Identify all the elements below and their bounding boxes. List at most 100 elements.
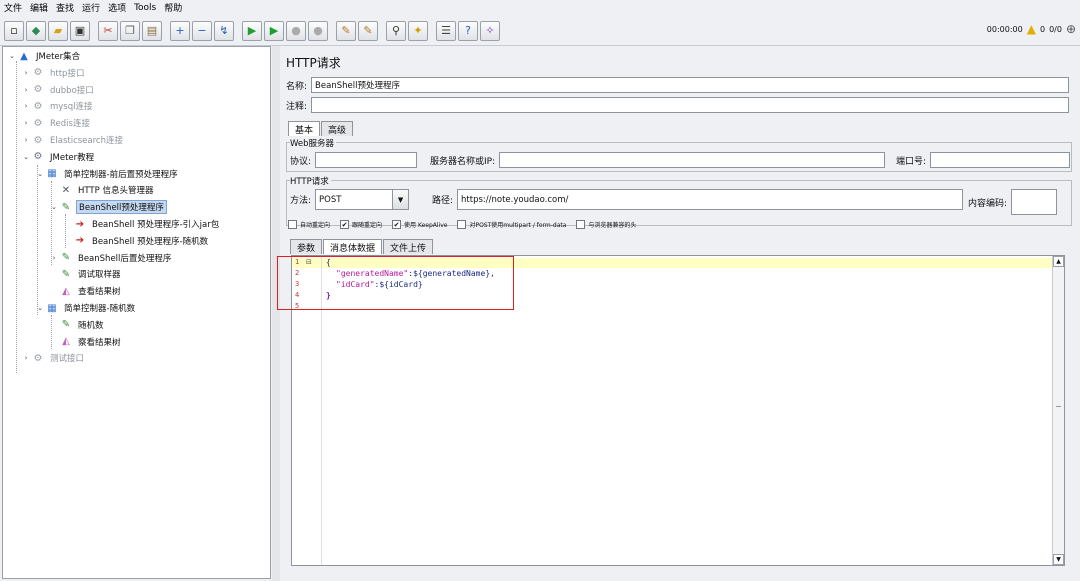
subtab-file-upload[interactable]: 文件上传 bbox=[383, 239, 434, 254]
port-input[interactable] bbox=[930, 152, 1071, 168]
checkbox-empty-icon[interactable] bbox=[288, 220, 297, 229]
path-input[interactable]: https://note.youdao.com/ bbox=[457, 189, 964, 210]
checkbox-checked-icon[interactable]: ✔ bbox=[392, 220, 402, 229]
menu-tools[interactable]: Tools bbox=[134, 3, 156, 13]
protocol-label: 协议: bbox=[290, 156, 312, 167]
start-icon[interactable]: ▶ bbox=[242, 20, 262, 41]
tree-node[interactable]: › ⚙ Elasticsearch连接 bbox=[21, 132, 125, 148]
reset-search-icon[interactable]: ✦ bbox=[408, 20, 428, 41]
option-checkbox[interactable]: 对POST使用multipart / form-data bbox=[457, 220, 566, 229]
menu-run[interactable]: 运行 bbox=[82, 1, 100, 14]
template-icon[interactable]: ◆ bbox=[26, 20, 46, 41]
expand-toggle-icon[interactable]: ⌄ bbox=[35, 170, 45, 178]
open-icon[interactable]: ▰ bbox=[48, 20, 68, 41]
tree-node[interactable]: ◭ 查看结果树 bbox=[49, 283, 123, 299]
tree-node[interactable]: ⌄ ▦ 简单控制器-随机数 bbox=[35, 300, 137, 316]
option-checkbox[interactable]: ✔ 使用 KeepAlive bbox=[392, 220, 447, 229]
scroll-up-icon[interactable]: ▲ bbox=[1053, 256, 1064, 267]
collapse-icon[interactable]: − bbox=[192, 20, 212, 41]
tree-node[interactable]: ⌄ ⚙ JMeter教程 bbox=[21, 149, 96, 165]
menu-options[interactable]: 选项 bbox=[108, 1, 126, 14]
editor-scrollbar[interactable]: ▲ ▼ bbox=[1052, 256, 1064, 565]
expand-toggle-icon[interactable]: ⌄ bbox=[21, 153, 31, 161]
tree-node[interactable]: ⌄ ▲ JMeter集合 bbox=[7, 48, 82, 64]
encoding-label: 内容编码: bbox=[968, 198, 1008, 209]
scroll-down-icon[interactable]: ▼ bbox=[1053, 554, 1064, 565]
expand-toggle-icon[interactable]: ⌄ bbox=[49, 203, 59, 211]
tree-node[interactable]: ⌄ ▦ 简单控制器-前后置预处理程序 bbox=[35, 166, 180, 182]
server-input[interactable] bbox=[499, 152, 886, 168]
toggle-icon[interactable]: ↯ bbox=[214, 20, 234, 41]
tree-node-label: 简单控制器-随机数 bbox=[64, 304, 136, 314]
option-checkbox[interactable]: 与浏览器兼容的头 bbox=[576, 220, 636, 229]
option-checkbox[interactable]: 自动重定向 bbox=[288, 220, 330, 229]
pen-icon: ✎ bbox=[61, 201, 71, 213]
tree-node-label: 随机数 bbox=[78, 320, 104, 331]
tree-node[interactable]: ➔ BeanShell 预处理程序-引入jar包 bbox=[63, 216, 221, 232]
expand-toggle-icon[interactable]: › bbox=[49, 254, 59, 262]
paste-icon[interactable]: ▤ bbox=[142, 20, 162, 41]
new-icon[interactable]: ▫ bbox=[4, 20, 24, 41]
menu-search[interactable]: 查找 bbox=[56, 1, 74, 14]
split-pane-divider[interactable] bbox=[272, 46, 280, 581]
expand-icon[interactable]: + bbox=[170, 20, 190, 41]
comment-label: 注释: bbox=[286, 101, 308, 112]
shutdown-icon[interactable]: ● bbox=[308, 20, 328, 41]
encoding-input[interactable] bbox=[1011, 189, 1058, 215]
tree-node[interactable]: ⌄ ✎ BeanShell预处理程序 bbox=[49, 199, 167, 215]
remote-icon[interactable]: ✧ bbox=[480, 20, 500, 41]
checkbox-empty-icon[interactable] bbox=[457, 220, 467, 229]
search-icon[interactable]: ⚲ bbox=[386, 20, 406, 41]
tab-advanced[interactable]: 高级 bbox=[321, 121, 354, 136]
subtab-parameters[interactable]: 参数 bbox=[290, 239, 323, 254]
tab-basic[interactable]: 基本 bbox=[288, 121, 321, 136]
chevron-down-icon[interactable]: ▼ bbox=[392, 190, 409, 209]
tree-node[interactable]: ✎ 调试取样器 bbox=[49, 266, 123, 282]
expand-toggle-icon[interactable]: › bbox=[21, 136, 31, 144]
cut-icon[interactable]: ✂ bbox=[98, 20, 118, 41]
tree-node[interactable]: ◭ 察看结果树 bbox=[49, 334, 123, 350]
tree-node[interactable]: ➔ BeanShell 预处理程序-随机数 bbox=[63, 233, 210, 249]
gear-icon: ⚙ bbox=[33, 134, 43, 146]
tree-node[interactable]: › ⚙ http接口 bbox=[21, 65, 86, 81]
expand-toggle-icon[interactable]: › bbox=[21, 102, 31, 110]
tree-node[interactable]: › ✎ BeanShell后置处理程序 bbox=[49, 250, 173, 266]
function-helper-icon[interactable]: ☰ bbox=[436, 20, 456, 41]
save-icon[interactable]: ▣ bbox=[70, 20, 90, 41]
tree-node[interactable]: › ⚙ Redis连接 bbox=[21, 115, 92, 131]
expand-toggle-icon[interactable]: ⌄ bbox=[7, 52, 17, 60]
tree-node-label: 调试取样器 bbox=[78, 270, 121, 281]
copy-icon[interactable]: ❐ bbox=[120, 20, 140, 41]
checkbox-empty-icon[interactable] bbox=[576, 220, 586, 229]
start-no-pause-icon[interactable]: ▶ bbox=[264, 20, 284, 41]
protocol-input[interactable] bbox=[315, 152, 418, 168]
web-server-title: Web服务器 bbox=[290, 137, 337, 149]
menu-help[interactable]: 帮助 bbox=[164, 1, 182, 14]
comment-input[interactable] bbox=[311, 97, 1070, 113]
clear-all-icon[interactable]: ✎ bbox=[358, 20, 378, 41]
tree-node[interactable]: ✕ HTTP 信息头管理器 bbox=[49, 182, 155, 198]
help-icon[interactable]: ? bbox=[458, 20, 478, 41]
clear-icon[interactable]: ✎ bbox=[336, 20, 356, 41]
tree-node[interactable]: ✎ 随机数 bbox=[49, 317, 106, 333]
warning-icon[interactable]: ▲ bbox=[1027, 22, 1036, 36]
expand-toggle-icon[interactable]: › bbox=[21, 69, 31, 77]
tree-node[interactable]: › ⚙ 测试接口 bbox=[21, 350, 86, 366]
subtab-body-data[interactable]: 消息体数据 bbox=[323, 239, 383, 254]
expand-toggle-icon[interactable]: › bbox=[21, 86, 31, 94]
expand-toggle-icon[interactable]: › bbox=[21, 354, 31, 362]
tree-node-label: HTTP 信息头管理器 bbox=[78, 186, 154, 197]
tree-node-label: BeanShell后置处理程序 bbox=[78, 253, 172, 264]
checkbox-checked-icon[interactable]: ✔ bbox=[340, 220, 350, 229]
expand-toggle-icon[interactable]: › bbox=[21, 119, 31, 127]
name-input[interactable]: BeanShell预处理程序 bbox=[311, 77, 1070, 93]
menu-edit[interactable]: 编辑 bbox=[30, 1, 48, 14]
method-select[interactable]: POST ▼ bbox=[315, 189, 410, 210]
stop-icon[interactable]: ● bbox=[286, 20, 306, 41]
tree-node[interactable]: › ⚙ mysql连接 bbox=[21, 98, 95, 114]
tree-node[interactable]: › ⚙ dubbo接口 bbox=[21, 82, 96, 98]
option-checkbox[interactable]: ✔ 跟随重定向 bbox=[340, 220, 382, 229]
expand-toggle-icon[interactable]: ⌄ bbox=[35, 304, 45, 312]
menu-file[interactable]: 文件 bbox=[4, 1, 22, 14]
test-plan-tree[interactable]: ⌄ ▲ JMeter集合 › ⚙ http接口 › ⚙ dubbo接口 › ⚙ mysql连接 › ⚙ Re… bbox=[2, 46, 271, 579]
